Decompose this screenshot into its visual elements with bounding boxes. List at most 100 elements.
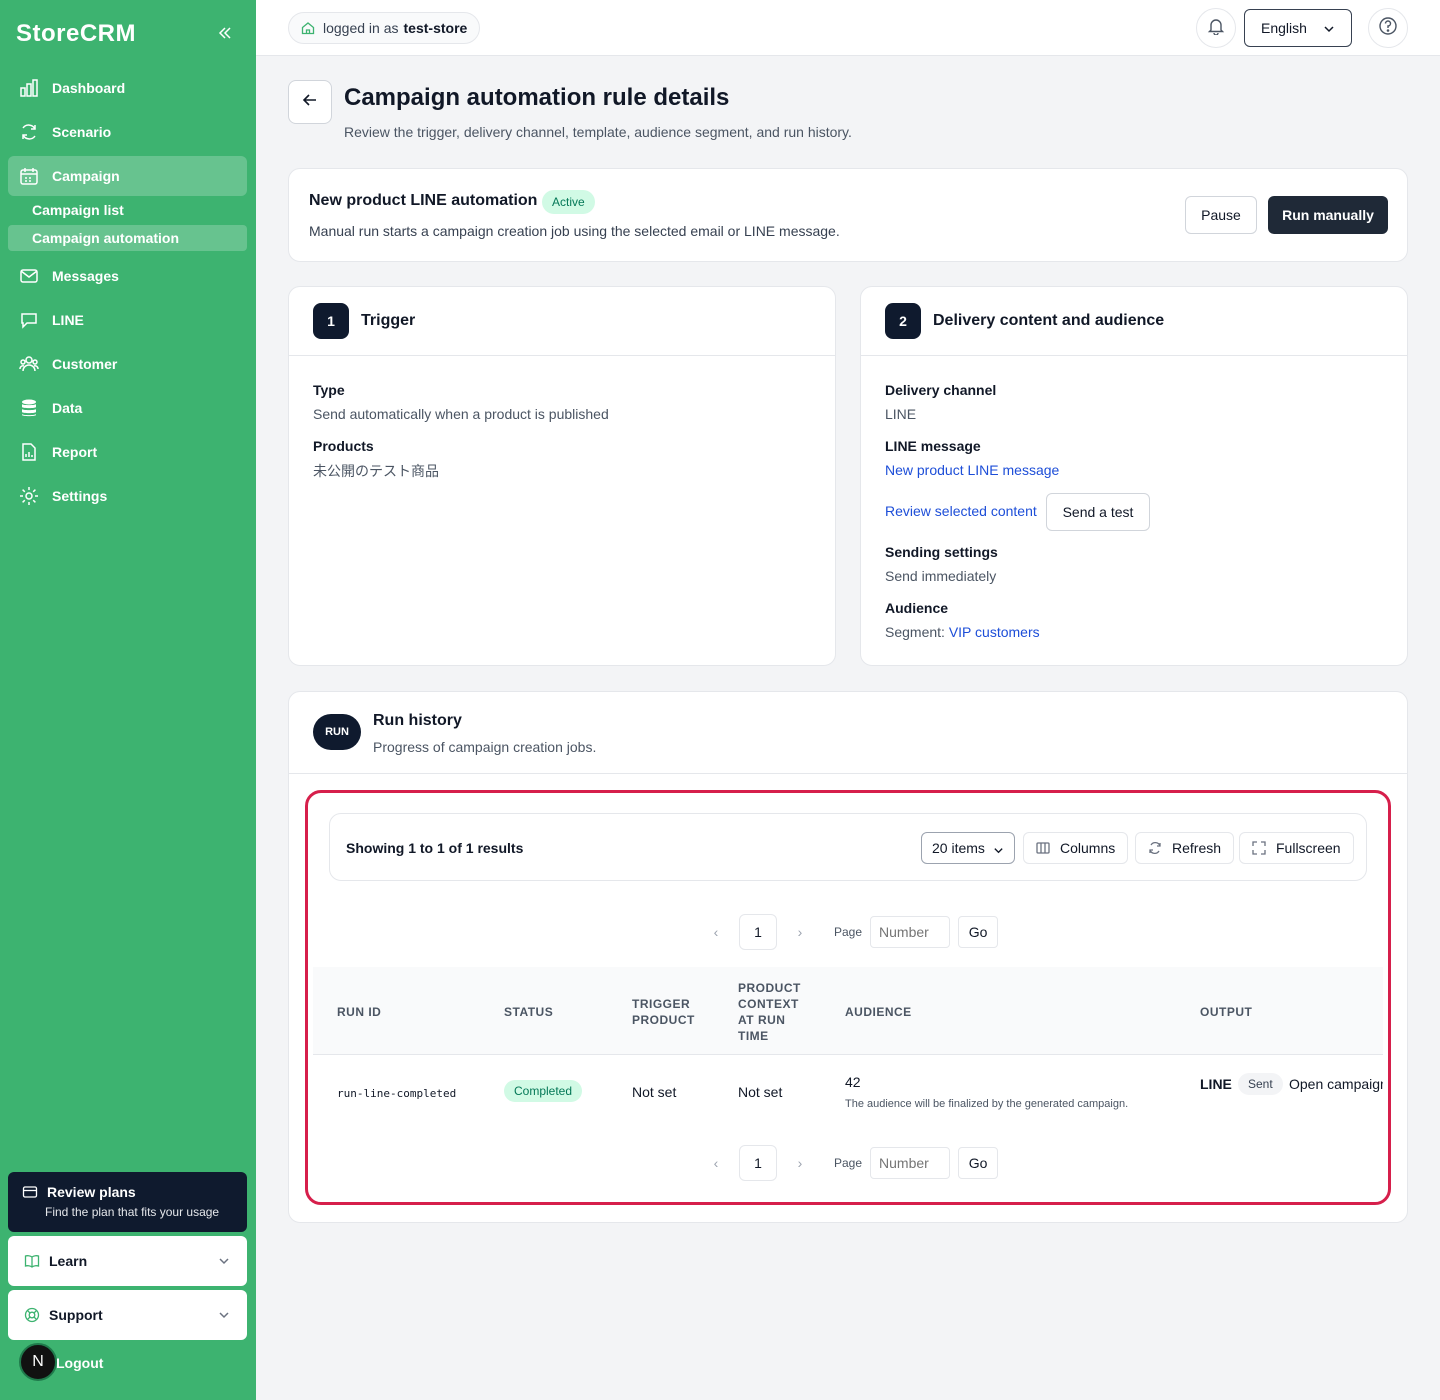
delivery-card-header: 2 Delivery content and audience [861, 287, 1407, 356]
logout-link[interactable]: Logout [56, 1355, 103, 1371]
store-name: test-store [403, 20, 468, 36]
review-content-link[interactable]: Review selected content [885, 503, 1037, 519]
chevron-left-icon[interactable]: ‹ [706, 924, 726, 940]
report-icon [18, 441, 40, 463]
page-size-select[interactable]: 20 items [921, 832, 1015, 864]
sidebar-subitem-label: Campaign automation [32, 230, 180, 246]
columns-icon [1036, 841, 1050, 855]
sidebar-item-data[interactable]: Data [8, 388, 247, 428]
step-badge: 2 [885, 303, 921, 339]
column-header[interactable]: Product context at run time [738, 980, 808, 1044]
sent-badge: Sent [1238, 1073, 1283, 1095]
line-message-label: LINE message [885, 438, 981, 454]
sidebar-item-settings[interactable]: Settings [8, 476, 247, 516]
table-row: run-line-completed Completed Not set Not… [313, 1056, 1383, 1128]
sidebar-subitem-campaign-list[interactable]: Campaign list [8, 197, 247, 223]
status-badge: Active [542, 190, 595, 214]
page-number-input[interactable] [870, 1147, 951, 1179]
pause-button[interactable]: Pause [1185, 196, 1257, 234]
audience-count-cell: 42 [845, 1074, 861, 1090]
channel-value: LINE [885, 406, 917, 422]
sidebar-item-label: Report [52, 444, 98, 460]
users-icon [18, 353, 40, 375]
chevron-right-icon[interactable]: › [790, 924, 810, 940]
page-number-button[interactable]: 1 [739, 914, 777, 950]
sidebar-item-messages[interactable]: Messages [8, 256, 247, 296]
page-number-button[interactable]: 1 [739, 1145, 777, 1181]
back-button[interactable] [288, 80, 332, 124]
product-context-cell: Not set [738, 1084, 783, 1100]
type-value: Send automatically when a product is pub… [313, 406, 609, 422]
output-channel: LINE [1200, 1076, 1232, 1092]
page-label: Page [834, 925, 863, 939]
credit-card-icon [22, 1184, 38, 1200]
bar-chart-icon [18, 77, 40, 99]
gear-icon [18, 485, 40, 507]
delivery-card: 2 Delivery content and audience Delivery… [860, 286, 1408, 666]
avatar[interactable]: N [19, 1343, 57, 1381]
review-plans-card[interactable]: Review plans Find the plan that fits you… [8, 1172, 247, 1232]
collapse-sidebar-icon[interactable] [216, 24, 234, 42]
chevron-down-icon [993, 843, 1004, 854]
column-header[interactable]: Output [1200, 1004, 1252, 1020]
chevron-left-icon[interactable]: ‹ [706, 1155, 726, 1171]
sidebar-item-label: Data [52, 400, 83, 416]
column-header[interactable]: Audience [845, 1004, 912, 1020]
column-header[interactable]: Trigger product [632, 996, 712, 1028]
open-campaign-link[interactable]: Open campaign [1289, 1076, 1383, 1092]
results-summary: Showing 1 to 1 of 1 results [346, 840, 524, 856]
sidebar-item-scenario[interactable]: Scenario [8, 112, 247, 152]
notifications-button[interactable] [1196, 8, 1236, 48]
brand-logo[interactable]: StoreCRM [16, 20, 136, 48]
fullscreen-button[interactable]: Fullscreen [1239, 832, 1354, 864]
database-icon [18, 397, 40, 419]
trigger-card-header: 1 Trigger [289, 287, 835, 356]
topbar: logged in as test-store English [256, 0, 1440, 56]
go-button[interactable]: Go [958, 1147, 999, 1179]
sending-settings-label: Sending settings [885, 544, 998, 560]
go-button[interactable]: Go [958, 916, 999, 948]
columns-button[interactable]: Columns [1023, 832, 1129, 864]
sidebar-subitem-campaign-automation[interactable]: Campaign automation [8, 225, 247, 251]
send-test-button[interactable]: Send a test [1046, 493, 1150, 531]
support-accordion[interactable]: Support [8, 1290, 247, 1340]
card-title: Delivery content and audience [933, 312, 1165, 329]
segment-prefix: Segment: [885, 624, 945, 640]
review-plans-subtitle: Find the plan that fits your usage [45, 1205, 220, 1219]
audience-label: Audience [885, 600, 949, 616]
sidebar-item-campaign[interactable]: Campaign [8, 156, 247, 196]
page-subtitle: Review the trigger, delivery channel, te… [344, 124, 852, 140]
line-message-link[interactable]: New product LINE message [885, 462, 1059, 478]
refresh-label: Refresh [1172, 840, 1222, 856]
learn-accordion[interactable]: Learn [8, 1236, 247, 1286]
sidebar-item-report[interactable]: Report [8, 432, 247, 472]
sidebar: StoreCRM Dashboard Scenario Campaign Cam… [0, 0, 256, 1400]
sidebar-item-dashboard[interactable]: Dashboard [8, 68, 247, 108]
sidebar-item-label: Scenario [52, 124, 112, 140]
help-button[interactable] [1368, 8, 1408, 48]
run-badge: RUN [313, 714, 361, 750]
trigger-product-cell: Not set [632, 1084, 677, 1100]
column-header[interactable]: Status [504, 1004, 553, 1020]
book-icon [24, 1253, 40, 1269]
sidebar-item-line[interactable]: LINE [8, 300, 247, 340]
segment-link[interactable]: VIP customers [949, 624, 1040, 640]
output-status-cell: Sent [1238, 1073, 1283, 1095]
column-header[interactable]: Run ID [337, 1004, 381, 1020]
page-number-input[interactable] [870, 916, 951, 948]
sidebar-subitem-label: Campaign list [32, 202, 124, 218]
run-manually-button[interactable]: Run manually [1268, 196, 1388, 234]
pagination-top: ‹ 1 › Page Go [706, 914, 999, 950]
sending-settings-value: Send immediately [885, 568, 997, 584]
chevron-right-icon[interactable]: › [790, 1155, 810, 1171]
home-icon [301, 21, 315, 35]
page-label: Page [834, 1156, 863, 1170]
sidebar-item-customer[interactable]: Customer [8, 344, 247, 384]
page-title: Campaign automation rule details [344, 84, 730, 111]
sidebar-item-label: Customer [52, 356, 118, 372]
table-header: Run ID Status Trigger product Product co… [313, 967, 1383, 1055]
refresh-button[interactable]: Refresh [1135, 832, 1235, 864]
audience-note: The audience will be finalized by the ge… [845, 1098, 1129, 1110]
chevron-down-icon [217, 1308, 231, 1322]
language-select[interactable]: English [1244, 9, 1352, 47]
